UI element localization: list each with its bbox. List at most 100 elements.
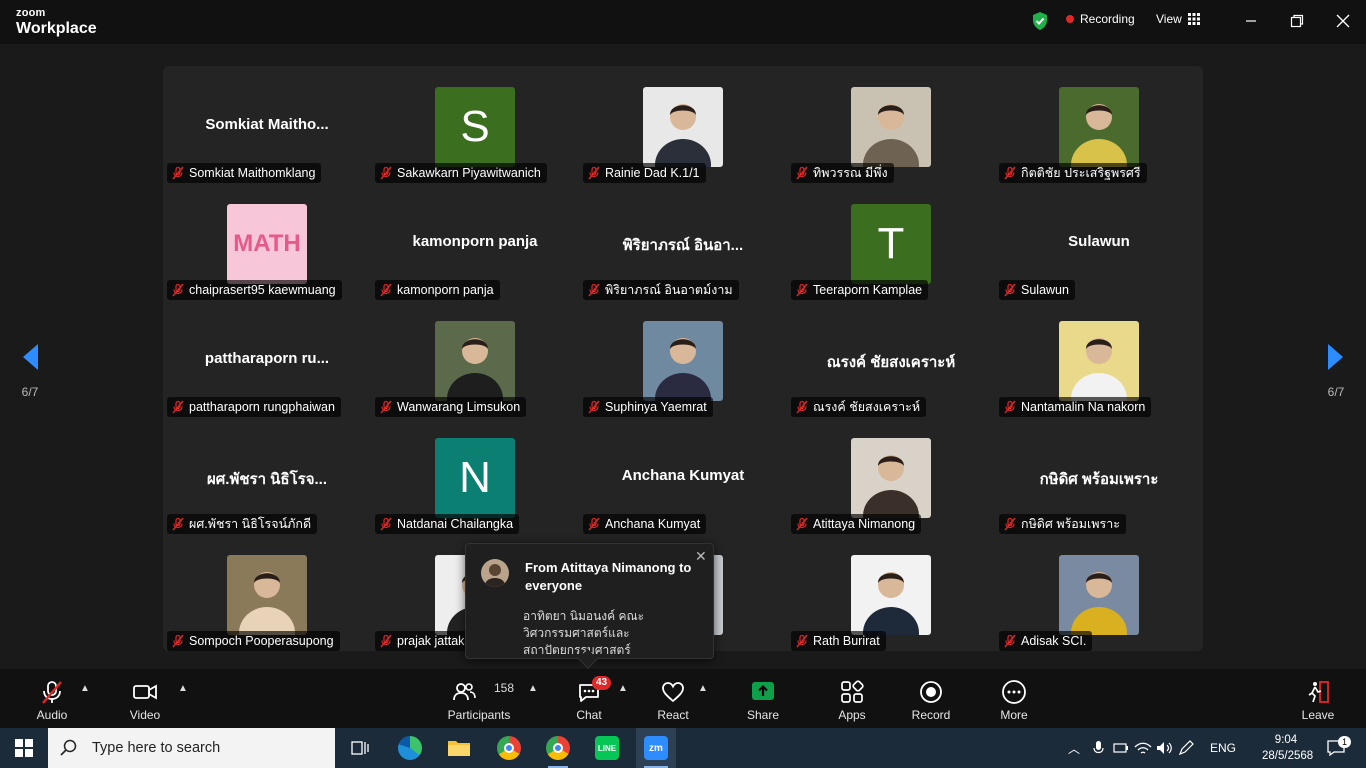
participant-tile[interactable]: kamonporn panja kamonporn panja [371,185,579,302]
prev-page-button[interactable]: 6/7 [10,342,50,399]
mic-muted-icon [796,283,808,297]
mic-muted-icon [172,634,184,648]
search-placeholder: Type here to search [92,740,221,756]
more-button[interactable]: More [992,669,1036,728]
chat-unread-badge: 43 [592,676,612,690]
notifications-button[interactable]: 1 [1318,728,1354,768]
participant-photo [1059,87,1139,167]
pen-icon[interactable] [1176,740,1198,756]
participant-tile[interactable]: Rainie Dad K.1/1 [579,68,787,185]
participant-tile[interactable]: Atittaya Nimanong [787,419,995,536]
system-tray: ︿ ENG [1064,728,1236,768]
participant-display-name: ณรงค์ ชัยสงเคราะห์ [826,354,956,371]
participants-caret-icon[interactable]: ▲ [528,683,538,694]
photo-text: MATH [233,230,301,257]
participant-name-label: ผศ.พัชรา นิธิโรจน์ภักดี [167,514,318,534]
next-page-button[interactable]: 6/7 [1316,342,1356,399]
start-button[interactable] [0,728,48,768]
show-hidden-icons-icon[interactable]: ︿ [1064,740,1084,757]
recording-indicator[interactable]: Recording [1066,12,1135,26]
mic-muted-icon [1004,634,1016,648]
mic-muted-icon [588,283,600,297]
mic-muted-icon [1004,400,1016,414]
participant-tile[interactable]: พิริยาภรณ์ อินอา... พิริยาภรณ์ อินอาตม์งา… [579,185,787,302]
video-options-caret-icon[interactable]: ▲ [178,683,188,694]
participant-display-name: ผศ.พัชรา นิธิโรจ... [206,471,327,488]
react-caret-icon[interactable]: ▲ [698,683,708,694]
participant-tile[interactable]: N Natdanai Chailangka [371,419,579,536]
person-silhouette-icon [863,572,919,635]
participant-name-label: Anchana Kumyat [583,514,707,534]
participant-name-label: Wanwarang Limsukon [375,397,527,417]
participant-tile[interactable]: T Teeraporn Kamplae [787,185,995,302]
participant-tile[interactable]: Wanwarang Limsukon [371,302,579,419]
chat-caret-icon[interactable]: ▲ [618,683,628,694]
participant-photo [851,87,931,167]
participants-button[interactable]: Participants [446,669,512,728]
wifi-icon[interactable] [1132,740,1154,756]
leave-button[interactable]: Leave [1296,669,1340,728]
edge-app[interactable] [392,728,428,768]
audio-button[interactable]: Audio [30,669,74,728]
participant-name-label: prajak jattak [375,631,471,651]
participant-tile[interactable]: กษิดิศ พร้อมเพราะ กษิดิศ พร้อมเพราะ [995,419,1203,536]
participant-tile[interactable]: Anchana Kumyat Anchana Kumyat [579,419,787,536]
participant-tile[interactable]: S Sakawkarn Piyawitwanich [371,68,579,185]
participant-name: ผศ.พัชรา นิธิโรจน์ภักดี [189,517,312,531]
participant-photo [1059,555,1139,635]
close-window-button[interactable] [1332,10,1354,32]
participant-name: Natdanai Chailangka [397,517,514,531]
participant-name-label: Rath Burirat [791,631,886,651]
participant-tile[interactable]: ผศ.พัชรา นิธิโรจ... ผศ.พัชรา นิธิโรจน์ภัก… [163,419,371,536]
participant-tile[interactable]: Adisak SCI. [995,536,1203,651]
chrome-app[interactable] [491,728,527,768]
brand-bottom: Workplace [16,20,97,37]
input-language[interactable]: ENG [1210,741,1236,755]
audio-options-caret-icon[interactable]: ▲ [80,683,90,694]
participant-tile[interactable]: Nantamalin Na nakorn [995,302,1203,419]
participant-tile[interactable]: Sulawun Sulawun [995,185,1203,302]
minimize-button[interactable] [1240,10,1262,32]
battery-icon[interactable] [1110,740,1132,756]
chrome-profile-app[interactable] [540,728,576,768]
participant-name: chaiprasert95 kaewmuang [189,283,336,297]
participant-name: prajak jattak [397,634,465,648]
record-button[interactable]: Record [908,669,954,728]
participant-name-label: chaiprasert95 kaewmuang [167,280,342,300]
participant-name: พิริยาภรณ์ อินอาตม์งาม [605,283,733,297]
windows-taskbar: Type here to search LINE zm ︿ ENG 9:04 2… [0,728,1366,768]
apps-button[interactable]: Apps [830,669,874,728]
participant-tile[interactable]: Sompoch Pooperasupong [163,536,371,651]
participant-tile[interactable]: pattharaporn ru... pattharaporn rungphaiw… [163,302,371,419]
volume-icon[interactable] [1154,740,1176,756]
line-app[interactable]: LINE [589,728,625,768]
chat-notification-popup[interactable]: From Atittaya Nimanong to everyone อาทิต… [465,543,714,669]
participant-avatar: N [435,438,515,518]
taskbar-clock[interactable]: 9:04 28/5/2568 [1262,732,1313,764]
participant-tile[interactable]: Suphinya Yaemrat [579,302,787,419]
search-icon [60,739,77,756]
restore-button[interactable] [1286,10,1308,32]
zoom-app[interactable]: zm [636,728,676,768]
participant-tile[interactable]: Rath Burirat [787,536,995,651]
react-button[interactable]: React [652,669,694,728]
participant-tile[interactable]: Somkiat Maitho... Somkiat Maithomklang [163,68,371,185]
mic-muted-icon [796,517,808,531]
taskbar-search-box[interactable]: Type here to search [48,728,335,768]
person-silhouette-icon [863,104,919,167]
participant-tile[interactable]: ทิพวรรณ มีพึ่ง [787,68,995,185]
grid-icon [1187,13,1200,25]
participant-tile[interactable]: MATH chaiprasert95 kaewmuang [163,185,371,302]
task-view-button[interactable] [342,728,378,768]
participant-display-name: Anchana Kumyat [621,467,745,484]
file-explorer-app[interactable] [441,728,477,768]
participant-tile[interactable]: ณรงค์ ชัยสงเคราะห์ ณรงค์ ชัยสงเคราะห์ [787,302,995,419]
encryption-shield-icon[interactable] [1031,11,1049,31]
video-button[interactable]: Video [122,669,168,728]
close-popup-icon[interactable]: ✕ [695,548,707,565]
participant-tile[interactable]: กิตติชัย ประเสริฐพรศรี [995,68,1203,185]
participant-name-label: ทิพวรรณ มีพึ่ง [791,163,894,183]
microphone-icon[interactable] [1088,740,1110,756]
view-button[interactable]: View [1156,12,1200,26]
share-button[interactable]: Share [741,669,785,728]
